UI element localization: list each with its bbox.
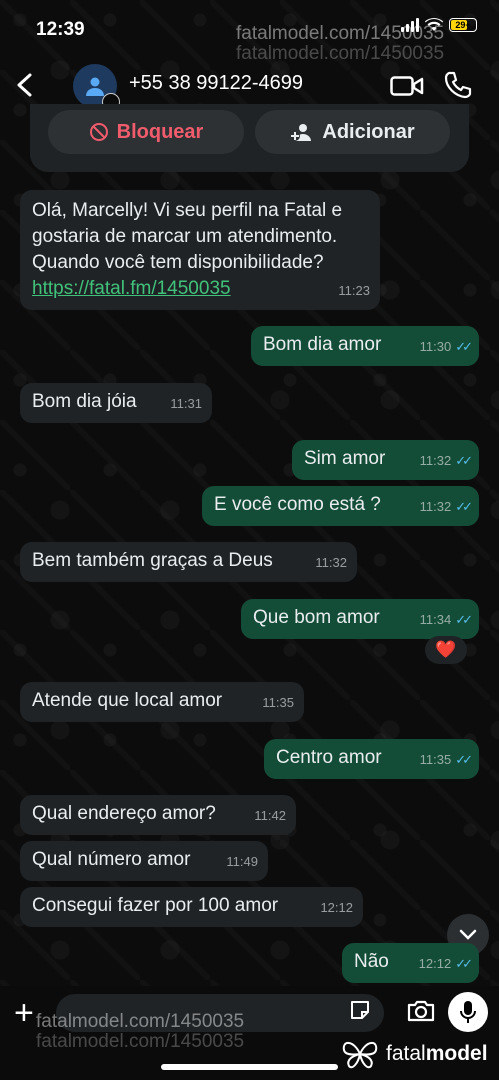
brand-name: fatalmodel xyxy=(386,1042,488,1066)
message-text: Atende que local amor xyxy=(32,690,223,711)
message-meta: 11:31 xyxy=(170,391,202,417)
watermark-text-shadow: fatalmodel.com/1450035 xyxy=(36,1031,245,1052)
fatalmodel-logo: fatalmodel xyxy=(340,1038,488,1070)
read-ticks-icon: ✓✓ xyxy=(455,956,473,971)
read-ticks-icon: ✓✓ xyxy=(455,499,473,514)
message-time: 11:32 xyxy=(419,499,452,514)
message-time: 11:31 xyxy=(170,396,202,411)
message-incoming[interactable]: Atende que local amor 11:35 xyxy=(20,682,304,722)
message-meta: 11:35 xyxy=(262,690,294,716)
message-time: 11:42 xyxy=(254,808,286,823)
video-call-icon[interactable] xyxy=(390,74,424,98)
microphone-button[interactable] xyxy=(448,992,488,1032)
block-button[interactable]: Bloquear xyxy=(48,110,244,154)
avatar[interactable] xyxy=(73,64,120,111)
read-ticks-icon: ✓✓ xyxy=(455,339,473,354)
block-label: Bloquear xyxy=(116,120,204,143)
message-outgoing[interactable]: Bom dia amor 11:30 ✓✓ xyxy=(251,326,479,366)
message-outgoing[interactable]: Centro amor 11:35 ✓✓ xyxy=(264,739,479,779)
message-meta: 11:23 xyxy=(338,278,370,304)
message-meta: 12:12 ✓✓ xyxy=(418,951,473,977)
message-time: 11:49 xyxy=(226,854,258,869)
message-time: 11:34 xyxy=(419,612,452,627)
block-icon xyxy=(89,123,108,141)
read-ticks-icon: ✓✓ xyxy=(455,612,473,627)
message-text: Bom dia jóia xyxy=(32,391,137,412)
message-meta: 11:32 ✓✓ xyxy=(419,494,473,520)
message-time: 11:35 xyxy=(419,752,452,767)
message-meta: 11:42 xyxy=(254,803,286,829)
message-text: Que bom amor xyxy=(253,607,380,628)
message-incoming[interactable]: Olá, Marcelly! Vi seu perfil na Fatal e … xyxy=(20,190,380,310)
message-incoming[interactable]: Bom dia jóia 11:31 xyxy=(20,383,212,423)
message-meta: 12:12 xyxy=(320,895,353,921)
message-time: 12:12 xyxy=(418,956,452,971)
message-time: 12:12 xyxy=(320,900,353,915)
message-text: Bem também graças a Deus xyxy=(32,550,273,571)
message-meta: 11:49 xyxy=(226,849,258,875)
message-time: 11:30 xyxy=(419,339,452,354)
battery-level: 29+ xyxy=(455,20,471,30)
home-indicator[interactable] xyxy=(161,1064,338,1070)
plus-icon[interactable]: + xyxy=(14,996,34,1030)
message-text: Consegui fazer por 100 amor xyxy=(32,895,279,916)
message-outgoing[interactable]: E você como está ? 11:32 ✓✓ xyxy=(202,486,479,526)
message-text: E você como está ? xyxy=(214,494,381,515)
add-label: Adicionar xyxy=(322,120,415,143)
message-time: 11:35 xyxy=(262,695,294,710)
message-incoming[interactable]: Qual endereço amor? 11:42 xyxy=(20,795,296,835)
brand-name-light: fatal xyxy=(386,1042,426,1065)
butterfly-logo-icon xyxy=(342,1042,378,1069)
heart-reaction[interactable]: ❤️ xyxy=(425,636,467,664)
message-outgoing[interactable]: Não 12:12 ✓✓ xyxy=(342,943,479,983)
back-arrow-icon[interactable] xyxy=(12,70,38,100)
add-contact-button[interactable]: Adicionar xyxy=(255,110,450,154)
camera-icon[interactable] xyxy=(406,998,436,1024)
message-meta: 11:32 ✓✓ xyxy=(419,448,473,474)
message-text: Qual endereço amor? xyxy=(32,803,216,824)
watermark-text: fatalmodel.com/1450035 xyxy=(36,1011,245,1032)
add-person-icon xyxy=(290,124,312,141)
sticker-icon[interactable] xyxy=(348,998,372,1022)
message-meta: 11:30 ✓✓ xyxy=(419,334,473,360)
message-meta: 11:35 ✓✓ xyxy=(419,747,473,773)
read-ticks-icon: ✓✓ xyxy=(455,453,473,468)
phone-call-icon[interactable] xyxy=(444,70,472,100)
message-time: 11:32 xyxy=(419,453,452,468)
microphone-icon xyxy=(460,1001,476,1023)
message-time: 11:23 xyxy=(338,283,370,298)
contact-name[interactable]: +55 38 99122-4699 xyxy=(129,72,303,95)
message-meta: 11:34 ✓✓ xyxy=(419,607,473,633)
message-text: Sim amor xyxy=(304,448,386,469)
message-text: Não xyxy=(354,951,389,972)
message-meta: 11:32 xyxy=(315,550,347,576)
read-ticks-icon: ✓✓ xyxy=(455,752,473,767)
message-text: Olá, Marcelly! Vi seu perfil na Fatal e … xyxy=(32,200,348,273)
message-text: Qual número amor xyxy=(32,849,191,870)
watermark-text: fatalmodel.com/1450035 xyxy=(236,23,445,44)
person-icon xyxy=(86,77,104,96)
brand-name-bold: model xyxy=(425,1042,488,1065)
message-text: Bom dia amor xyxy=(263,334,382,355)
chevron-down-icon xyxy=(459,929,477,940)
message-link[interactable]: https://fatal.fm/1450035 xyxy=(32,276,368,302)
message-outgoing[interactable]: Sim amor 11:32 ✓✓ xyxy=(292,440,479,480)
message-incoming[interactable]: Consegui fazer por 100 amor 12:12 xyxy=(20,887,363,927)
message-time: 11:32 xyxy=(315,555,347,570)
message-incoming[interactable]: Qual número amor 11:49 xyxy=(20,841,268,881)
battery-icon: 29+ xyxy=(449,18,477,32)
message-incoming[interactable]: Bem também graças a Deus 11:32 xyxy=(20,542,357,582)
message-outgoing[interactable]: Que bom amor 11:34 ✓✓ xyxy=(241,599,479,639)
watermark-bottom: fatalmodel.com/1450035 fatalmodel.com/14… xyxy=(36,1012,244,1052)
message-text: Centro amor xyxy=(276,747,382,768)
status-time: 12:39 xyxy=(36,19,85,40)
